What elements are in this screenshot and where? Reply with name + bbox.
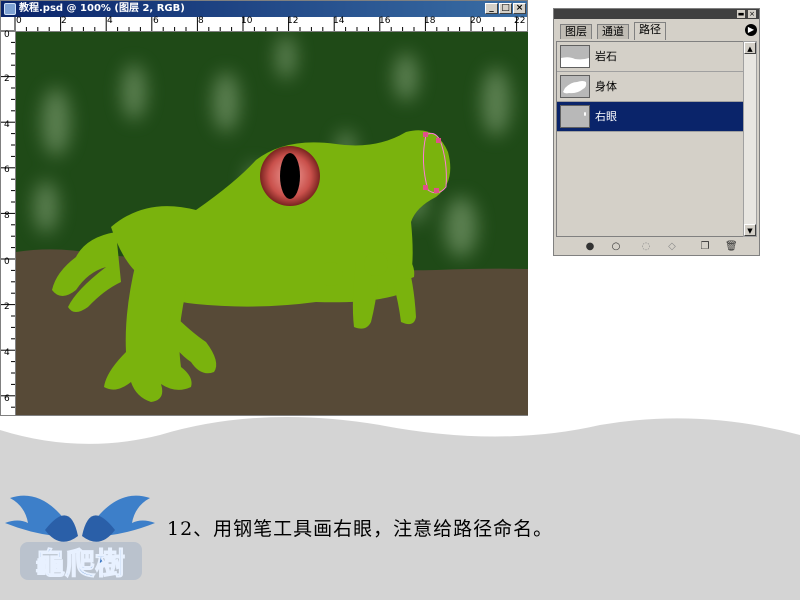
panel-close-button[interactable]: × [748, 10, 756, 18]
horizontal-ruler[interactable]: 0 2 4 6 8 10 12 14 16 18 20 22 [15, 17, 527, 32]
rock-path-thumb-icon [560, 45, 590, 68]
path-list: 岩石 身体 右眼 [556, 41, 744, 237]
ruler-label: 0 [4, 257, 10, 267]
ruler-label: 22 [514, 16, 526, 26]
ruler-label: 8 [4, 211, 10, 221]
vertical-ruler[interactable]: 0 2 4 6 8 0 2 4 6 [1, 31, 16, 415]
tab-layers[interactable]: 图层 [560, 24, 592, 39]
delete-path-icon[interactable]: 🗑 [725, 241, 738, 253]
load-selection-icon[interactable]: ◌ [640, 241, 652, 253]
frog-artwork [16, 32, 528, 415]
path-name: 右眼 [595, 110, 617, 123]
right-eye-path-thumb-icon [560, 105, 590, 128]
path-row-right-eye[interactable]: 右眼 [557, 102, 743, 132]
tutorial-caption: 12、用钢笔工具画右眼，注意给路径命名。 [167, 518, 554, 540]
photoshop-app-icon [4, 3, 16, 15]
panel-footer: ● ○ ◌ ◇ ❐ 🗑 [554, 239, 759, 255]
ruler-label: 14 [333, 16, 345, 26]
make-work-path-icon[interactable]: ◇ [666, 241, 678, 253]
ruler-label: 16 [379, 16, 391, 26]
frog-left-eye [260, 146, 320, 206]
ruler-label: 4 [4, 120, 10, 130]
close-button[interactable]: × [513, 3, 526, 14]
panel-menu-arrow-icon[interactable]: ▶ [745, 24, 757, 36]
ruler-label: 18 [424, 16, 436, 26]
panel-titlebar[interactable]: ▬ × [554, 9, 759, 19]
path-row-rock[interactable]: 岩石 [557, 42, 743, 72]
new-path-icon[interactable]: ❐ [699, 241, 711, 253]
path-name: 岩石 [595, 50, 617, 63]
document-titlebar[interactable]: 教程.psd @ 100% (图层 2, RGB) _ □ × [1, 1, 527, 17]
paths-panel: ▬ × 图层 通道 路径 ▶ 岩石 身体 右眼 ▲ ▼ ● ○ ◌ ◇ ❐ 🗑 [553, 8, 760, 256]
tab-paths[interactable]: 路径 [634, 22, 666, 40]
body-path-thumb-icon [560, 75, 590, 98]
ruler-corner[interactable] [1, 17, 15, 31]
minimize-button[interactable]: _ [485, 3, 498, 14]
ruler-label: 10 [241, 16, 253, 26]
ruler-label: 2 [4, 302, 10, 312]
path-name: 身体 [595, 80, 617, 93]
scroll-down-icon[interactable]: ▼ [744, 224, 756, 236]
ruler-label: 6 [4, 165, 10, 175]
document-title: 教程.psd @ 100% (图层 2, RGB) [19, 3, 185, 14]
stroke-path-icon[interactable]: ○ [610, 241, 622, 253]
ruler-label: 0 [4, 30, 10, 40]
fill-path-icon[interactable]: ● [584, 241, 596, 253]
ruler-label: 8 [198, 16, 204, 26]
ruler-label: 20 [470, 16, 482, 26]
logo-icon: 龜爬樹 [5, 495, 155, 583]
panel-tabs: 图层 通道 路径 ▶ [554, 21, 759, 40]
ruler-label: 0 [16, 16, 22, 26]
ruler-label: 2 [4, 74, 10, 84]
panel-minimize-button[interactable]: ▬ [737, 10, 745, 18]
scroll-up-icon[interactable]: ▲ [744, 42, 756, 54]
ruler-label: 4 [107, 16, 113, 26]
ruler-ticks [15, 17, 518, 31]
document-window: 教程.psd @ 100% (图层 2, RGB) _ □ × 0 2 4 6 … [0, 0, 528, 416]
ruler-label: 2 [61, 16, 67, 26]
maximize-button[interactable]: □ [499, 3, 512, 14]
ruler-label: 4 [4, 348, 10, 358]
logo-text: 龜爬樹 [35, 547, 125, 582]
ruler-label: 12 [287, 16, 299, 26]
ruler-label: 6 [153, 16, 159, 26]
path-row-body[interactable]: 身体 [557, 72, 743, 102]
image-canvas[interactable] [16, 32, 528, 415]
tab-channels[interactable]: 通道 [597, 24, 629, 39]
path-list-scrollbar[interactable]: ▲ ▼ [743, 41, 757, 237]
